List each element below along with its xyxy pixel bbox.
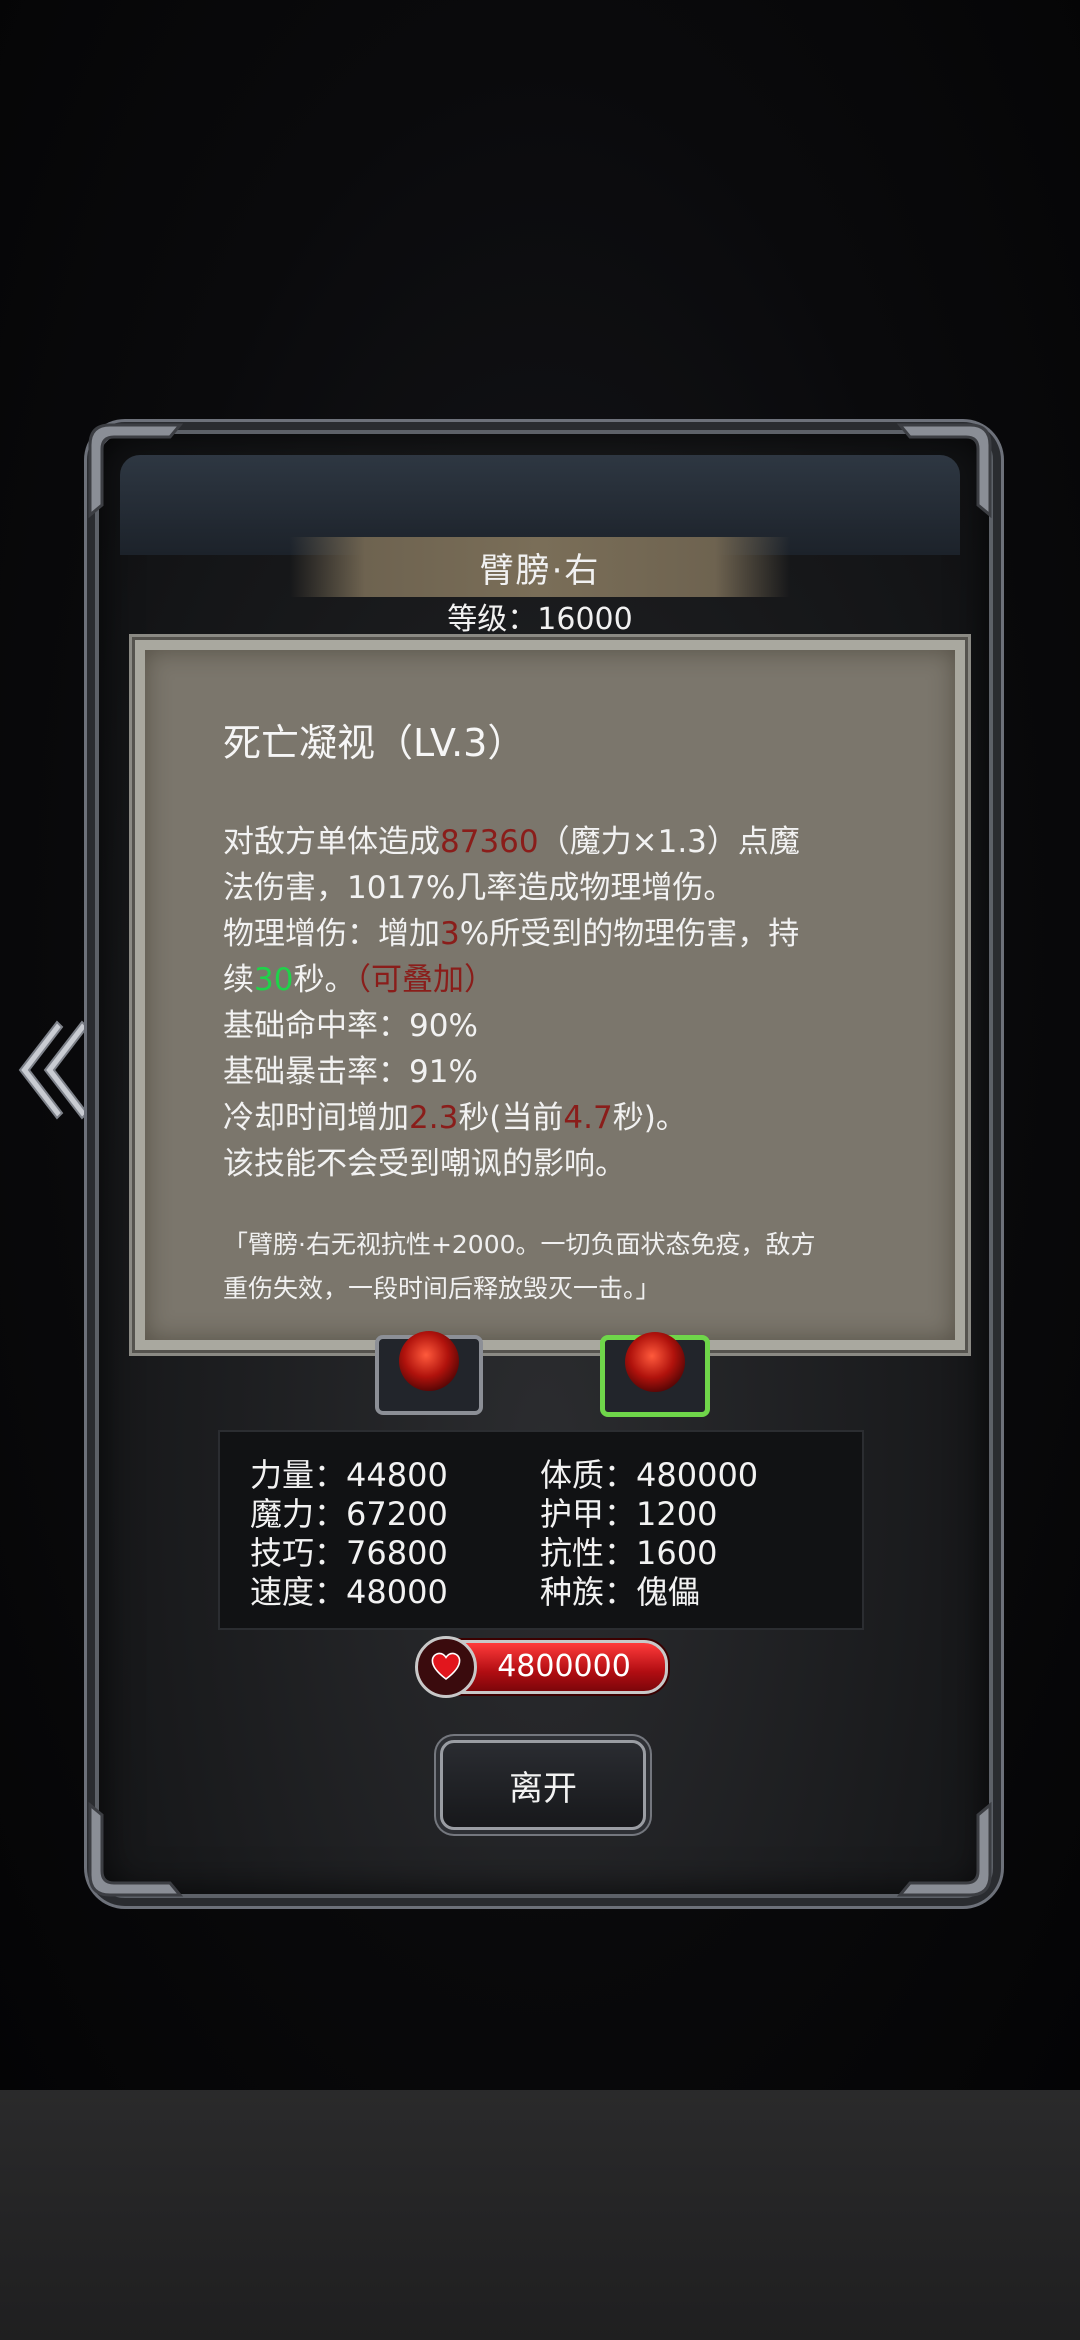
skill-description-line: 物理增伤：增加3%所受到的物理伤害，持 [223, 911, 903, 957]
skill-description-text: 秒。 [293, 962, 356, 998]
skill-slot-1[interactable] [375, 1331, 483, 1415]
skill-description-text: 法伤害，1017%几率造成物理增伤。 [223, 870, 735, 906]
skill-description-text: 基础暴击率：91% [223, 1054, 478, 1090]
stat-race: 种族：傀儡 [540, 1573, 701, 1611]
skill-description-text: 冷却时间增加 [223, 1100, 409, 1136]
skill-quote-line: 重伤失效，一段时间后释放毁灭一击。」 [223, 1274, 661, 1303]
skill-description-line: 法伤害，1017%几率造成物理增伤。 [223, 865, 903, 911]
skill-description-text: 2.3 [409, 1100, 459, 1136]
skill-description-line: 对敌方单体造成87360（魔力×1.3）点魔 [223, 819, 903, 865]
ornament-corner-icon [80, 1795, 190, 1905]
monster-name: 臂膀·右 [290, 537, 790, 597]
skill-description-text: 秒)。 [612, 1100, 687, 1136]
hp-value: 4800000 [497, 1649, 631, 1684]
ornament-corner-icon [890, 1795, 1000, 1905]
skill-description-text: 4.7 [563, 1100, 613, 1136]
skill-description-line: 基础暴击率：91% [223, 1049, 903, 1095]
skill-description-text: （魔力×1.3）点魔 [538, 824, 800, 860]
ornament-corner-icon [890, 415, 1000, 525]
skill-description-text: %所受到的物理伤害，持 [459, 916, 800, 952]
bottom-bar [0, 2090, 1080, 2340]
skill-description-text: 30 [254, 962, 294, 998]
skill-orb-icon [399, 1331, 459, 1391]
monster-level: 等级：16000 [447, 602, 633, 637]
skill-description-text: 该技能不会受到嘲讽的影响。 [223, 1146, 626, 1182]
skill-orb-icon [625, 1332, 685, 1392]
heart-icon [415, 1636, 477, 1698]
skill-description-text: 对敌方单体造成 [223, 824, 440, 860]
skill-description-line: 该技能不会受到嘲讽的影响。 [223, 1141, 903, 1187]
skill-description-text: 物理增伤：增加 [223, 916, 440, 952]
skill-description: 对敌方单体造成87360（魔力×1.3）点魔法伤害，1017%几率造成物理增伤。… [223, 819, 903, 1187]
ornament-corner-icon [80, 415, 190, 525]
skill-description-text: 续 [223, 962, 254, 998]
skill-quote: 「臂膀·右无视抗性+2000。一切负面状态免疫，敌方 重伤失效，一段时间后释放毁… [223, 1223, 903, 1311]
skill-description-text: 秒(当前 [458, 1100, 564, 1136]
skill-title: 死亡凝视（LV.3） [223, 721, 526, 765]
stats-panel: 力量：44800 魔力：67200 技巧：76800 速度：48000 体质：4… [218, 1430, 864, 1630]
skill-tooltip: 死亡凝视（LV.3） 对敌方单体造成87360（魔力×1.3）点魔法伤害，101… [135, 640, 965, 1350]
back-arrow-icon[interactable] [12, 1010, 92, 1130]
skill-description-line: 基础命中率：90% [223, 1003, 903, 1049]
skill-description-text: （可叠加） [355, 962, 495, 998]
stat-speed: 速度：48000 [250, 1573, 448, 1611]
skill-description-line: 续30秒。（可叠加） [223, 957, 903, 1003]
skill-description-line: 冷却时间增加2.3秒(当前4.7秒)。 [223, 1095, 903, 1141]
hp-bar: 4800000 [415, 1636, 668, 1698]
skill-description-text: 3 [440, 916, 460, 952]
skill-slot-2-selected[interactable] [600, 1332, 710, 1417]
skill-quote-line: 「臂膀·右无视抗性+2000。一切负面状态免疫，敌方 [223, 1230, 816, 1259]
leave-button[interactable]: 离开 [440, 1740, 646, 1830]
skill-description-text: 基础命中率：90% [223, 1008, 478, 1044]
skill-description-text: 87360 [440, 824, 539, 860]
